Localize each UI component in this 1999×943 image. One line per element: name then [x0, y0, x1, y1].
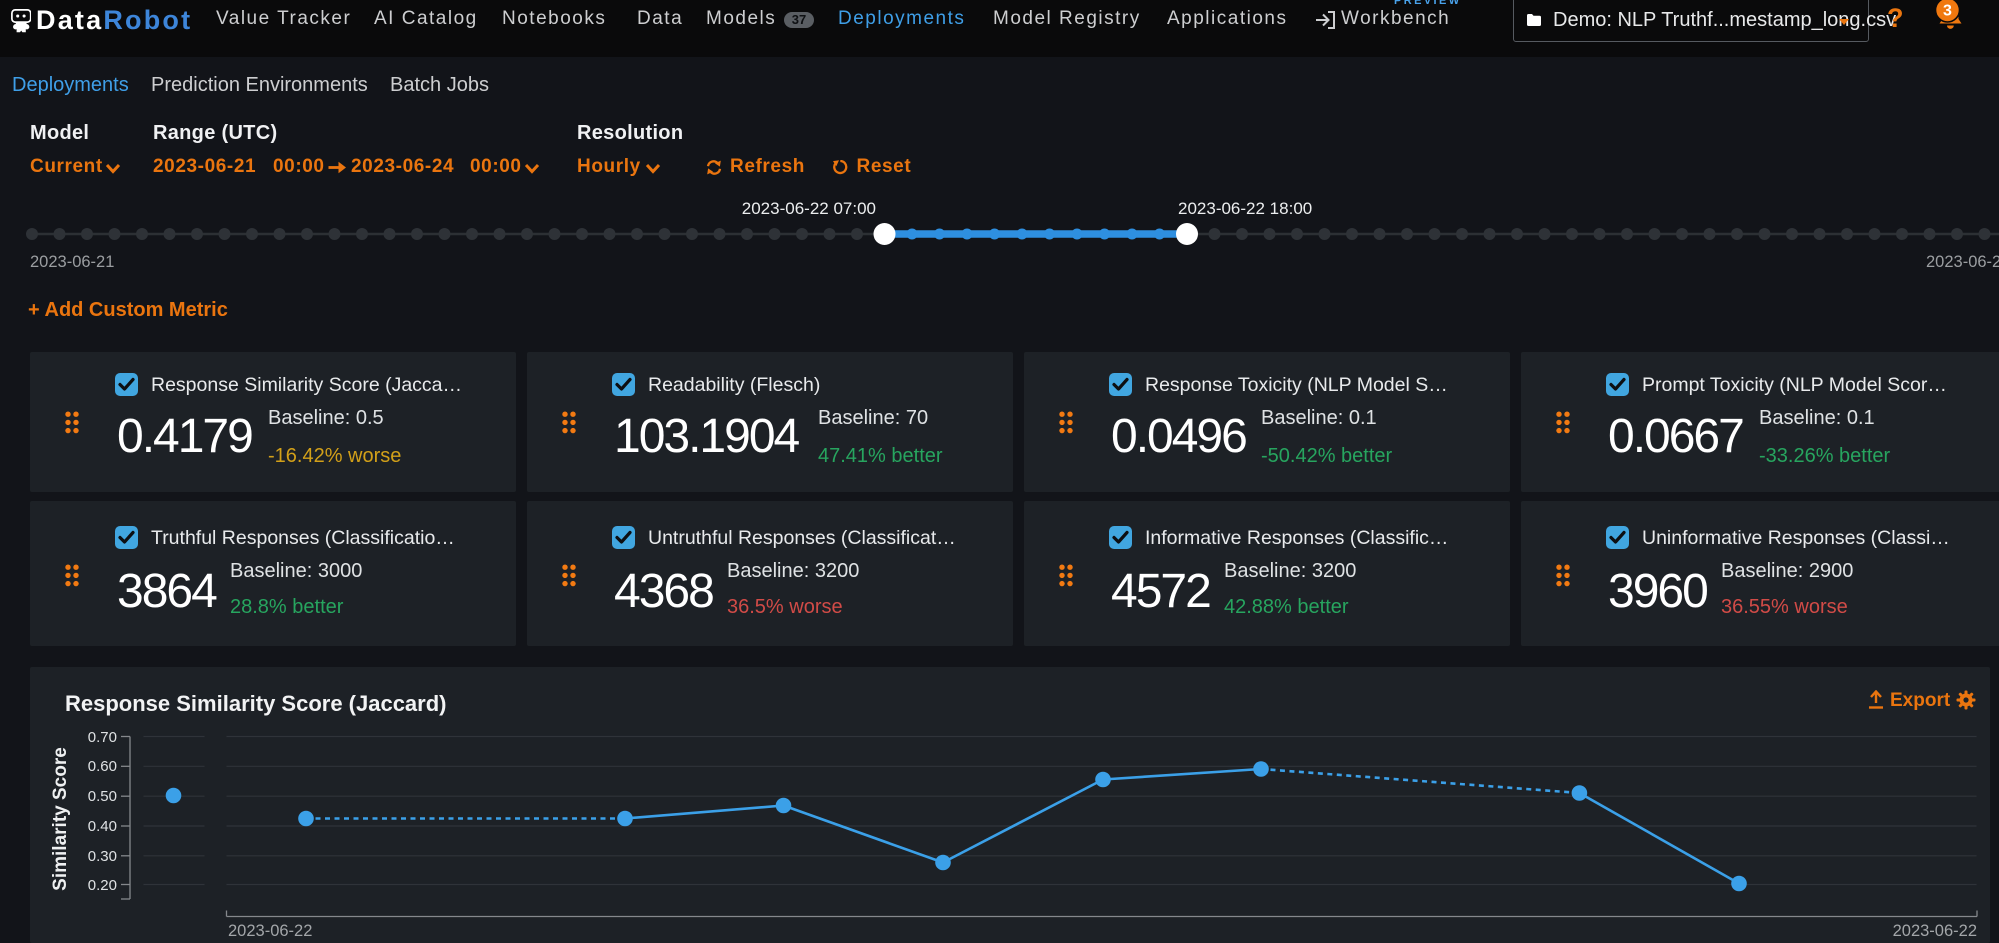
svg-text:3: 3: [1943, 3, 1952, 20]
